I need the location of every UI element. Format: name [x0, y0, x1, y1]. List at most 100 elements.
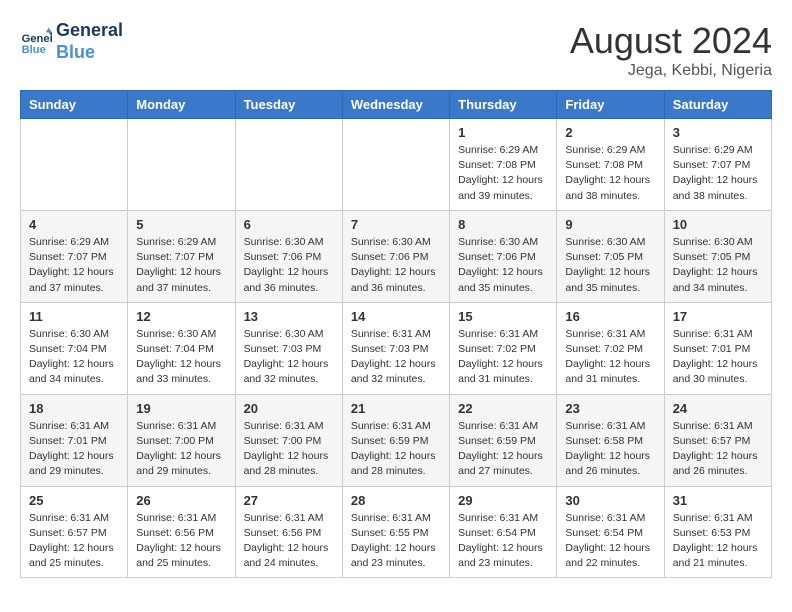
- day-number: 15: [458, 309, 548, 324]
- calendar-cell: 1Sunrise: 6:29 AM Sunset: 7:08 PM Daylig…: [450, 119, 557, 211]
- day-number: 16: [565, 309, 655, 324]
- logo-icon: General Blue: [20, 26, 52, 58]
- calendar-cell: 2Sunrise: 6:29 AM Sunset: 7:08 PM Daylig…: [557, 119, 664, 211]
- day-info: Sunrise: 6:29 AM Sunset: 7:07 PM Dayligh…: [136, 235, 226, 296]
- day-info: Sunrise: 6:29 AM Sunset: 7:07 PM Dayligh…: [673, 143, 763, 204]
- calendar-week-row: 18 Sunrise: 6:31 AM Sunset: 7:01 PM Dayli…: [21, 394, 772, 486]
- day-info: Sunrise: 6:31 AM Sunset: 6:54 PM Dayligh…: [458, 511, 548, 572]
- day-info: Sunrise: 6:31 AM Sunset: 7:00 PM Dayligh…: [244, 419, 334, 480]
- day-info: Sunrise: 6:31 AM Sunset: 6:57 PM Dayligh…: [673, 419, 763, 480]
- day-number: 31: [673, 493, 763, 508]
- day-number: 26: [136, 493, 226, 508]
- day-number: 23: [565, 401, 655, 416]
- logo-line1: General: [56, 20, 123, 42]
- month-year: August 2024: [570, 20, 772, 62]
- calendar-cell: 20Sunrise: 6:31 AM Sunset: 7:00 PM Dayli…: [235, 394, 342, 486]
- logo: General Blue General Blue: [20, 20, 123, 63]
- calendar-cell: 24 Sunrise: 6:31 AM Sunset: 6:57 PM Dayli…: [664, 394, 771, 486]
- day-info: Sunrise: 6:31 AM Sunset: 6:59 PM Dayligh…: [351, 419, 441, 480]
- day-info: Sunrise: 6:31 AM Sunset: 6:57 PM Dayligh…: [29, 511, 119, 572]
- calendar-cell: 15Sunrise: 6:31 AM Sunset: 7:02 PM Dayli…: [450, 302, 557, 394]
- day-info: Sunrise: 6:31 AM Sunset: 7:03 PM Dayligh…: [351, 327, 441, 388]
- day-info: Sunrise: 6:29 AM Sunset: 7:07 PM Dayligh…: [29, 235, 119, 296]
- day-number: 25: [29, 493, 119, 508]
- calendar-day-header: Sunday: [21, 91, 128, 119]
- day-number: 7: [351, 217, 441, 232]
- calendar-cell: 5 Sunrise: 6:29 AM Sunset: 7:07 PM Daylig…: [128, 210, 235, 302]
- day-number: 11: [29, 309, 119, 324]
- day-info: Sunrise: 6:31 AM Sunset: 6:58 PM Dayligh…: [565, 419, 655, 480]
- day-number: 17: [673, 309, 763, 324]
- calendar-cell: 13 Sunrise: 6:30 AM Sunset: 7:03 PM Dayli…: [235, 302, 342, 394]
- day-info: Sunrise: 6:30 AM Sunset: 7:05 PM Dayligh…: [565, 235, 655, 296]
- calendar-cell: [128, 119, 235, 211]
- logo-line2: Blue: [56, 42, 123, 64]
- calendar-table: SundayMondayTuesdayWednesdayThursdayFrid…: [20, 90, 772, 578]
- day-number: 12: [136, 309, 226, 324]
- day-number: 27: [244, 493, 334, 508]
- day-info: Sunrise: 6:31 AM Sunset: 6:59 PM Dayligh…: [458, 419, 548, 480]
- day-number: 6: [244, 217, 334, 232]
- calendar-cell: 29 Sunrise: 6:31 AM Sunset: 6:54 PM Dayli…: [450, 486, 557, 578]
- day-info: Sunrise: 6:31 AM Sunset: 6:56 PM Dayligh…: [136, 511, 226, 572]
- day-number: 2: [565, 125, 655, 140]
- location: Jega, Kebbi, Nigeria: [570, 62, 772, 80]
- calendar-cell: [235, 119, 342, 211]
- day-number: 28: [351, 493, 441, 508]
- calendar-cell: 30Sunrise: 6:31 AM Sunset: 6:54 PM Dayli…: [557, 486, 664, 578]
- calendar-cell: 26 Sunrise: 6:31 AM Sunset: 6:56 PM Dayli…: [128, 486, 235, 578]
- calendar-cell: 19 Sunrise: 6:31 AM Sunset: 7:00 PM Dayli…: [128, 394, 235, 486]
- calendar-day-header: Tuesday: [235, 91, 342, 119]
- calendar-cell: 23 Sunrise: 6:31 AM Sunset: 6:58 PM Dayli…: [557, 394, 664, 486]
- day-info: Sunrise: 6:31 AM Sunset: 7:01 PM Dayligh…: [29, 419, 119, 480]
- day-info: Sunrise: 6:31 AM Sunset: 6:53 PM Dayligh…: [673, 511, 763, 572]
- day-number: 8: [458, 217, 548, 232]
- calendar-cell: 17 Sunrise: 6:31 AM Sunset: 7:01 PM Dayli…: [664, 302, 771, 394]
- calendar-header-row: SundayMondayTuesdayWednesdayThursdayFrid…: [21, 91, 772, 119]
- calendar-week-row: 25 Sunrise: 6:31 AM Sunset: 6:57 PM Dayli…: [21, 486, 772, 578]
- day-info: Sunrise: 6:31 AM Sunset: 6:54 PM Dayligh…: [565, 511, 655, 572]
- day-info: Sunrise: 6:31 AM Sunset: 7:01 PM Dayligh…: [673, 327, 763, 388]
- calendar-cell: 28Sunrise: 6:31 AM Sunset: 6:55 PM Dayli…: [342, 486, 449, 578]
- day-info: Sunrise: 6:31 AM Sunset: 7:02 PM Dayligh…: [565, 327, 655, 388]
- day-info: Sunrise: 6:30 AM Sunset: 7:06 PM Dayligh…: [458, 235, 548, 296]
- day-info: Sunrise: 6:30 AM Sunset: 7:03 PM Dayligh…: [244, 327, 334, 388]
- calendar-cell: 22 Sunrise: 6:31 AM Sunset: 6:59 PM Dayli…: [450, 394, 557, 486]
- calendar-cell: 31 Sunrise: 6:31 AM Sunset: 6:53 PM Dayli…: [664, 486, 771, 578]
- day-number: 19: [136, 401, 226, 416]
- day-number: 22: [458, 401, 548, 416]
- day-number: 18: [29, 401, 119, 416]
- day-number: 5: [136, 217, 226, 232]
- day-info: Sunrise: 6:31 AM Sunset: 7:00 PM Dayligh…: [136, 419, 226, 480]
- calendar-cell: 14 Sunrise: 6:31 AM Sunset: 7:03 PM Dayli…: [342, 302, 449, 394]
- calendar-cell: 11 Sunrise: 6:30 AM Sunset: 7:04 PM Dayli…: [21, 302, 128, 394]
- day-number: 13: [244, 309, 334, 324]
- calendar-cell: 12Sunrise: 6:30 AM Sunset: 7:04 PM Dayli…: [128, 302, 235, 394]
- day-number: 21: [351, 401, 441, 416]
- svg-text:Blue: Blue: [22, 44, 46, 56]
- calendar-cell: 25 Sunrise: 6:31 AM Sunset: 6:57 PM Dayli…: [21, 486, 128, 578]
- day-number: 4: [29, 217, 119, 232]
- calendar-day-header: Wednesday: [342, 91, 449, 119]
- calendar-week-row: 11 Sunrise: 6:30 AM Sunset: 7:04 PM Dayli…: [21, 302, 772, 394]
- day-number: 3: [673, 125, 763, 140]
- day-info: Sunrise: 6:30 AM Sunset: 7:05 PM Dayligh…: [673, 235, 763, 296]
- day-number: 9: [565, 217, 655, 232]
- calendar-cell: 27Sunrise: 6:31 AM Sunset: 6:56 PM Dayli…: [235, 486, 342, 578]
- day-number: 10: [673, 217, 763, 232]
- calendar-day-header: Monday: [128, 91, 235, 119]
- calendar-cell: [21, 119, 128, 211]
- day-number: 29: [458, 493, 548, 508]
- day-info: Sunrise: 6:30 AM Sunset: 7:04 PM Dayligh…: [29, 327, 119, 388]
- day-number: 14: [351, 309, 441, 324]
- day-number: 1: [458, 125, 548, 140]
- day-info: Sunrise: 6:30 AM Sunset: 7:06 PM Dayligh…: [244, 235, 334, 296]
- calendar-week-row: 4 Sunrise: 6:29 AM Sunset: 7:07 PM Daylig…: [21, 210, 772, 302]
- calendar-day-header: Thursday: [450, 91, 557, 119]
- calendar-cell: [342, 119, 449, 211]
- calendar-cell: 16 Sunrise: 6:31 AM Sunset: 7:02 PM Dayli…: [557, 302, 664, 394]
- calendar-cell: 9 Sunrise: 6:30 AM Sunset: 7:05 PM Daylig…: [557, 210, 664, 302]
- calendar-cell: 21 Sunrise: 6:31 AM Sunset: 6:59 PM Dayli…: [342, 394, 449, 486]
- calendar-day-header: Friday: [557, 91, 664, 119]
- day-number: 24: [673, 401, 763, 416]
